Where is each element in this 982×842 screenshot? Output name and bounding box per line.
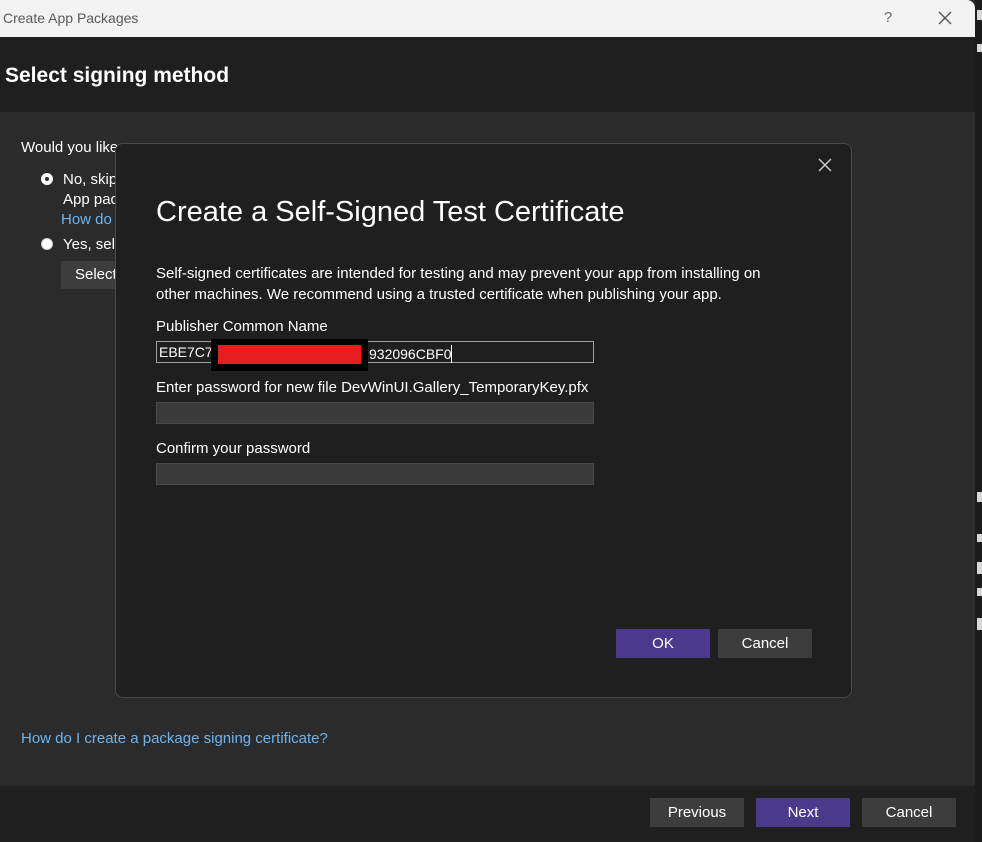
cancel-button[interactable]: Cancel (862, 798, 956, 827)
wizard-footer: Previous Next Cancel (0, 786, 975, 842)
text-caret (451, 345, 452, 363)
window-title: Create App Packages (3, 10, 139, 26)
publisher-name-suffix: 932096CBF0 (369, 346, 452, 362)
signing-question: Would you like (21, 139, 119, 156)
create-certificate-help-link[interactable]: How do I create a package signing certif… (21, 730, 328, 747)
confirm-password-label: Confirm your password (156, 440, 311, 457)
self-signed-certificate-dialog: Create a Self-Signed Test Certificate Se… (115, 143, 852, 698)
background-window-strip (975, 0, 982, 842)
page-title: Select signing method (5, 64, 230, 87)
close-icon (938, 11, 952, 25)
publisher-name-prefix: EBE7C7 (159, 344, 213, 360)
dialog-description: Self-signed certificates are intended fo… (156, 265, 761, 303)
password-label: Enter password for new file DevWinUI.Gal… (156, 379, 589, 396)
password-input[interactable] (156, 402, 594, 424)
close-icon (818, 158, 832, 172)
dialog-title: Create a Self-Signed Test Certificate (156, 196, 625, 228)
option-no-label: No, skip (63, 171, 118, 188)
previous-button[interactable]: Previous (650, 798, 744, 827)
redaction-mark (218, 345, 361, 364)
option-no-help-link[interactable]: How do (61, 211, 112, 228)
ok-button[interactable]: OK (616, 629, 710, 658)
help-button[interactable]: ? (878, 6, 898, 30)
next-button[interactable]: Next (756, 798, 850, 827)
page-header: Select signing method (0, 37, 975, 112)
create-app-packages-window: Create App Packages ? Select signing met… (0, 0, 975, 842)
title-bar: Create App Packages ? (0, 0, 975, 37)
dialog-cancel-button[interactable]: Cancel (718, 629, 812, 658)
radio-yes-select[interactable] (41, 238, 53, 250)
option-no-description: App pac (63, 191, 119, 208)
confirm-password-input[interactable] (156, 463, 594, 485)
window-close-button[interactable] (930, 4, 960, 32)
radio-no-skip[interactable] (41, 173, 53, 185)
dialog-close-button[interactable] (814, 154, 836, 176)
publisher-name-label: Publisher Common Name (156, 318, 328, 335)
